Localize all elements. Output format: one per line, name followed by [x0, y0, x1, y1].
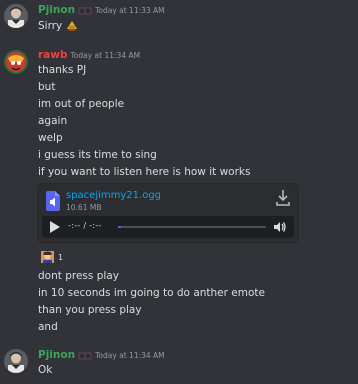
avatar[interactable] [4, 349, 28, 373]
audio-player: -:-- / -:-- [42, 216, 294, 238]
message-text: thanks PJ [38, 64, 87, 76]
seek-bar[interactable] [118, 226, 266, 228]
message-group-pjinon-2: Pjinon Today at 11:34 AM Ok [0, 345, 358, 384]
badge-icon [78, 351, 93, 360]
author-name[interactable]: Pjinon [38, 4, 75, 16]
message-text: dont press play [38, 270, 119, 282]
play-icon[interactable] [49, 221, 60, 233]
timestamp: Today at 11:33 AM [95, 5, 165, 15]
message-text: Ok [38, 364, 53, 376]
file-audio-icon [46, 191, 60, 211]
reaction[interactable]: 1 [37, 249, 67, 265]
message-text: i guess its time to sing [38, 149, 157, 161]
message-text: in 10 seconds im going to do anther emot… [38, 287, 265, 299]
message-text: Sirry [38, 19, 79, 33]
message-text: welp [38, 132, 63, 144]
message-text: than you press play [38, 304, 142, 316]
avatar[interactable] [4, 50, 28, 74]
message-text: again [38, 115, 68, 127]
time-display: -:-- / -:-- [68, 221, 102, 230]
reaction-emote-icon [41, 251, 54, 263]
reaction-count: 1 [58, 252, 64, 262]
message-text: and [38, 321, 58, 333]
audio-attachment: spacejimmy21.ogg 10.61 MB -:-- / -:-- [37, 183, 299, 243]
volume-icon[interactable] [273, 220, 287, 234]
message-text: im out of people [38, 98, 125, 110]
message-group-pjinon-1: Pjinon Today at 11:33 AM Sirry [0, 0, 358, 40]
download-icon[interactable] [276, 189, 290, 207]
author-name[interactable]: Pjinon [38, 349, 75, 361]
file-name-link[interactable]: spacejimmy21.ogg [66, 190, 161, 201]
timestamp: Today at 11:34 AM [95, 350, 165, 360]
message-text: if you want to listen here is how it wor… [38, 166, 251, 178]
avatar[interactable] [4, 4, 28, 28]
custom-emote-icon[interactable] [65, 19, 79, 33]
message-text: but [38, 81, 56, 93]
file-size: 10.61 MB [66, 203, 102, 212]
seek-progress [118, 226, 121, 228]
timestamp: Today at 11:34 AM [70, 50, 141, 60]
author-name[interactable]: rawb [38, 49, 67, 61]
badge-icon [78, 6, 93, 15]
